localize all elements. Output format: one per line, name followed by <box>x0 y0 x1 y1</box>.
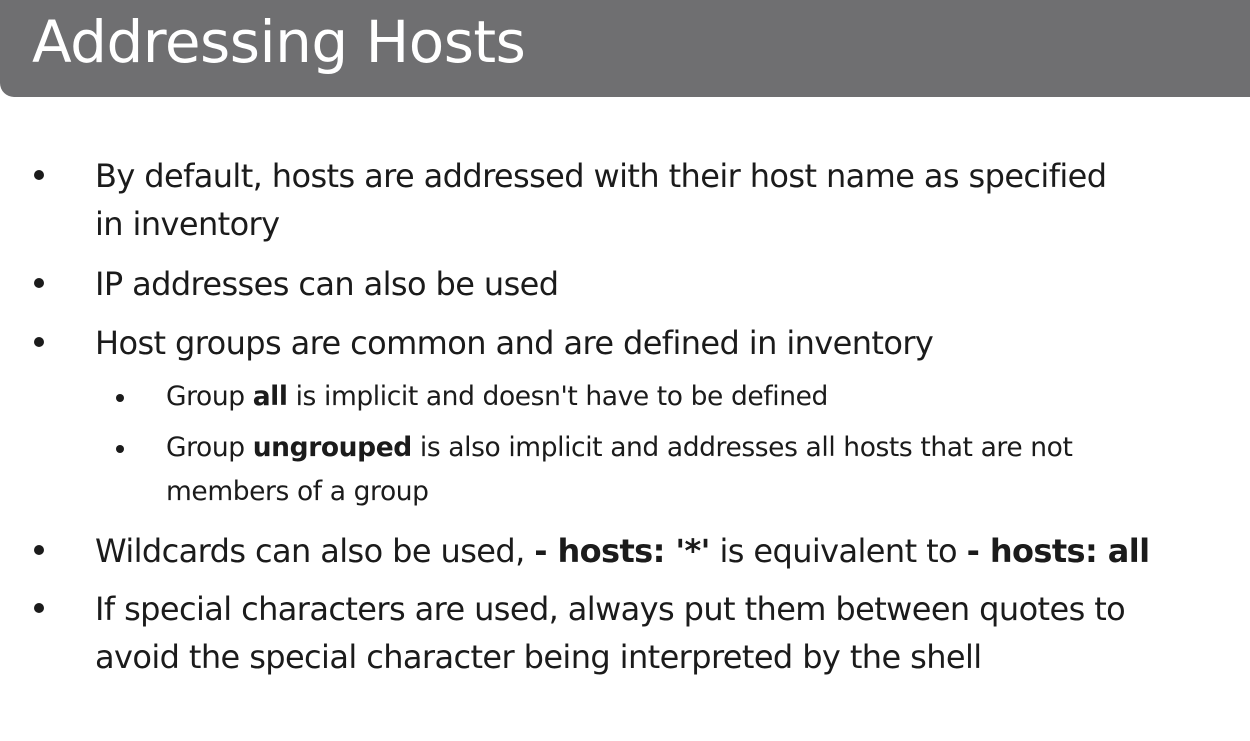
bullet-4-code-1: - hosts: '*' <box>534 532 710 570</box>
sub-bullet-2-keyword: ungrouped <box>252 432 413 463</box>
sub-bullet-1-post: is implicit and doesn't have to be defin… <box>287 381 829 412</box>
bullet-dot <box>34 603 44 613</box>
bullet-4-code-2: - hosts: all <box>966 532 1150 570</box>
title-bar: Addressing Hosts <box>0 0 1250 97</box>
sub-bullet-dot <box>116 445 124 453</box>
sub-bullet-2-pre: Group <box>166 432 253 463</box>
sub-bullet-dot <box>116 394 124 402</box>
bullet-dot <box>34 170 44 180</box>
bullet-4-pre: Wildcards can also be used, <box>95 532 535 570</box>
sub-bullet-group-all: Group all is implicit and doesn't have t… <box>166 375 828 419</box>
bullet-1-line-1: By default, hosts are addressed with the… <box>95 157 1107 195</box>
bullet-5-line-1: If special characters are used, always p… <box>95 590 1126 628</box>
bullet-1-line-2: in inventory <box>95 205 280 243</box>
sub-bullet-1-keyword: all <box>252 381 288 412</box>
slide-title: Addressing Hosts <box>32 8 526 76</box>
sub-bullet-group-ungrouped: Group ungrouped is also implicit and add… <box>166 426 1073 470</box>
bullet-4: Wildcards can also be used, - hosts: '*'… <box>95 527 1150 575</box>
bullet-3: Host groups are common and are defined i… <box>95 324 934 362</box>
bullet-4-mid: is equivalent to <box>709 532 967 570</box>
bullet-5-line-2: avoid the special character being interp… <box>95 638 982 676</box>
sub-bullet-2-line-2: members of a group <box>166 476 429 507</box>
bullet-dot <box>34 545 44 555</box>
bullet-2: IP addresses can also be used <box>95 265 559 303</box>
bullet-dot <box>34 337 44 347</box>
bullet-dot <box>34 278 44 288</box>
sub-bullet-1-pre: Group <box>166 381 253 412</box>
sub-bullet-2-post: is also implicit and addresses all hosts… <box>411 432 1073 463</box>
